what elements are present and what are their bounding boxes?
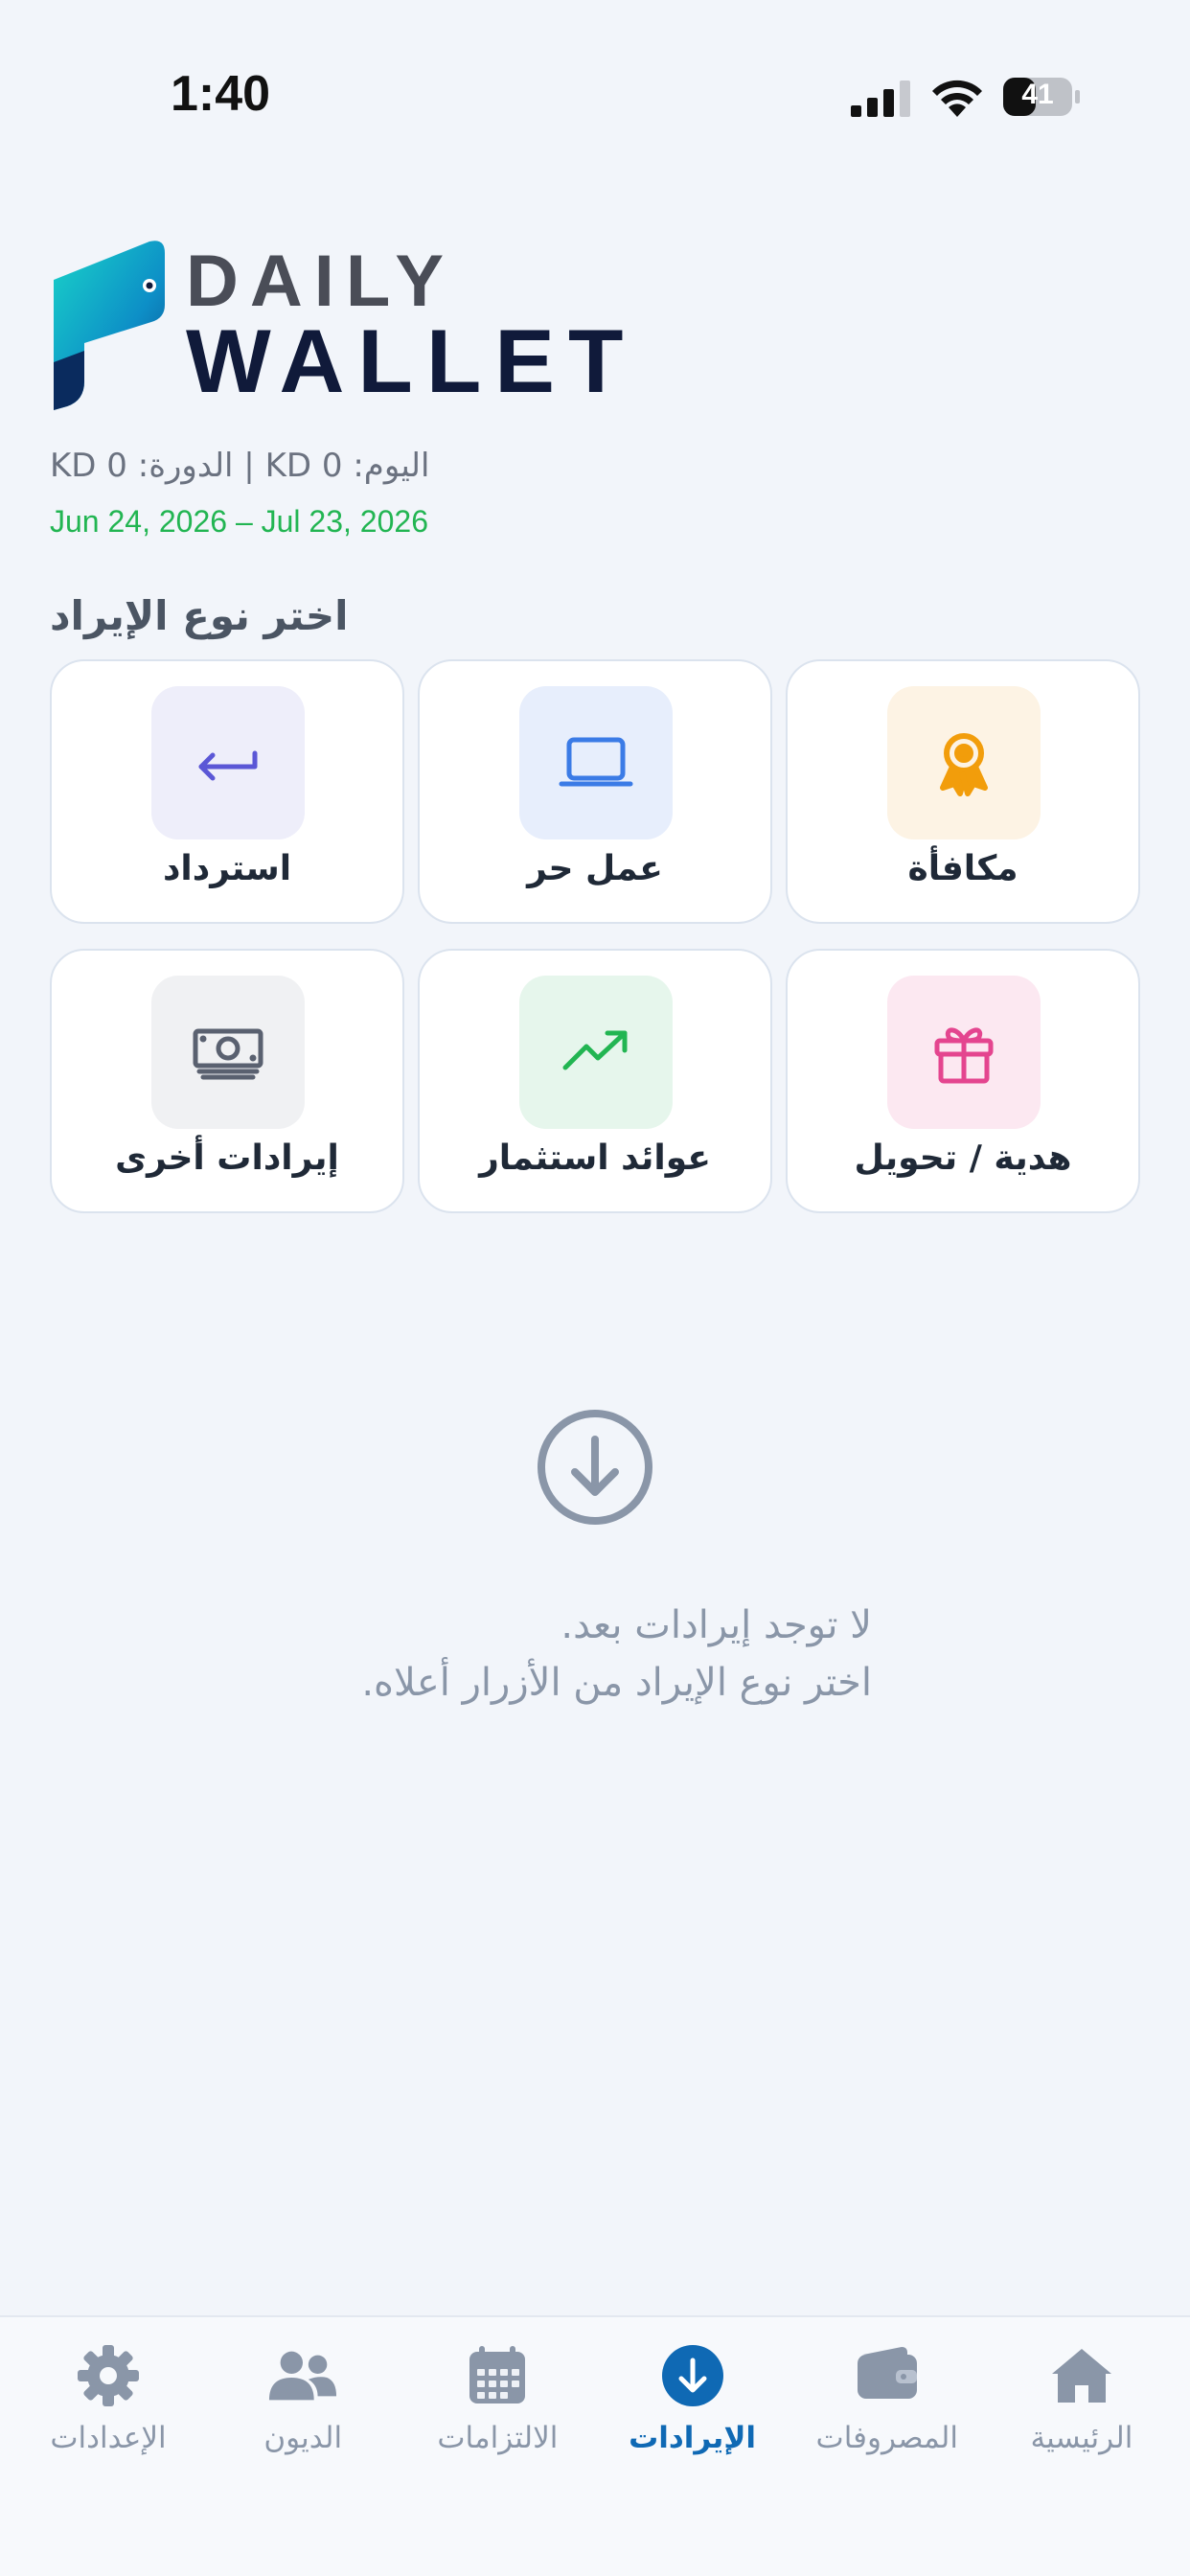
- tab-settings[interactable]: الإعدادات: [17, 2340, 199, 2576]
- brand-line-2: WALLET: [186, 310, 637, 411]
- icon-tile: [151, 976, 305, 1129]
- icon-tile: [887, 686, 1041, 840]
- income-type-investment[interactable]: عوائد استثمار: [418, 949, 772, 1213]
- cellular-signal-icon: [851, 80, 910, 117]
- income-type-bonus[interactable]: مكافأة: [786, 659, 1140, 924]
- tab-label: الإعدادات: [50, 2421, 167, 2455]
- tab-income[interactable]: الإيرادات: [602, 2340, 784, 2576]
- status-time: 1:40: [171, 66, 271, 122]
- icon-tile: [887, 976, 1041, 1129]
- gear-icon: [73, 2340, 144, 2411]
- tab-debts[interactable]: الديون: [212, 2340, 394, 2576]
- card-label: إيرادات أخرى: [115, 1138, 339, 1178]
- income-type-refund[interactable]: استرداد: [50, 659, 404, 924]
- card-label: استرداد: [162, 849, 292, 888]
- battery-icon: 41: [1002, 77, 1081, 117]
- card-label: هدية / تحويل: [854, 1138, 1072, 1178]
- tab-commitments[interactable]: الالتزامات: [406, 2340, 588, 2576]
- icon-tile: [519, 686, 673, 840]
- income-type-other[interactable]: إيرادات أخرى: [50, 949, 404, 1213]
- income-type-freelance[interactable]: عمل حر: [418, 659, 772, 924]
- people-icon: [267, 2340, 338, 2411]
- wallet-icon: [852, 2340, 923, 2411]
- card-label: عمل حر: [527, 849, 663, 888]
- totals-summary: اليوم: 0 KD | الدورة: 0 KD: [50, 447, 430, 485]
- status-bar: 1:40 41: [0, 0, 1190, 192]
- wifi-icon: [932, 80, 982, 117]
- cash-icon: [193, 1028, 263, 1080]
- empty-state-message: لا توجد إيرادات بعد. اختر نوع الإيراد من…: [316, 1597, 872, 1712]
- download-circle-icon: [538, 1410, 652, 1525]
- bottom-tab-bar: الرئيسية المصروفات الإيرادات الالتزامات …: [0, 2315, 1190, 2576]
- return-arrow-icon: [198, 750, 258, 781]
- laptop-icon: [559, 737, 633, 787]
- empty-state-line-1: لا توجد إيرادات بعد.: [561, 1603, 872, 1647]
- tab-expenses[interactable]: المصروفات: [796, 2340, 978, 2576]
- tab-label: الرئيسية: [1030, 2421, 1133, 2455]
- tab-label: الديون: [263, 2421, 343, 2455]
- wallet-logo-icon: [54, 241, 165, 410]
- gift-icon: [934, 1027, 994, 1084]
- home-icon: [1046, 2340, 1117, 2411]
- income-type-gift[interactable]: هدية / تحويل: [786, 949, 1140, 1213]
- card-label: مكافأة: [907, 849, 1018, 888]
- card-label: عوائد استثمار: [479, 1138, 711, 1178]
- tab-label: الإيرادات: [629, 2421, 757, 2455]
- income-type-grid: مكافأة عمل حر استرداد هدية / تحويل عوائد…: [50, 659, 1140, 1213]
- trending-up-icon: [562, 1030, 628, 1070]
- tab-home[interactable]: الرئيسية: [991, 2340, 1173, 2576]
- award-icon: [940, 733, 988, 796]
- cycle-period: Jun 24, 2026 – Jul 23, 2026: [50, 504, 428, 539]
- battery-level: 41: [1021, 79, 1054, 110]
- income-arrow-icon: [657, 2340, 728, 2411]
- empty-state-line-2: اختر نوع الإيراد من الأزرار أعلاه.: [361, 1661, 872, 1705]
- brand-line-1: DAILY: [186, 241, 456, 322]
- icon-tile: [151, 686, 305, 840]
- app-logo: DAILY WALLET: [46, 234, 623, 416]
- section-title: اختر نوع الإيراد: [50, 592, 349, 639]
- tab-label: الالتزامات: [437, 2421, 559, 2455]
- icon-tile: [519, 976, 673, 1129]
- calendar-icon: [462, 2340, 533, 2411]
- tab-label: المصروفات: [815, 2421, 958, 2455]
